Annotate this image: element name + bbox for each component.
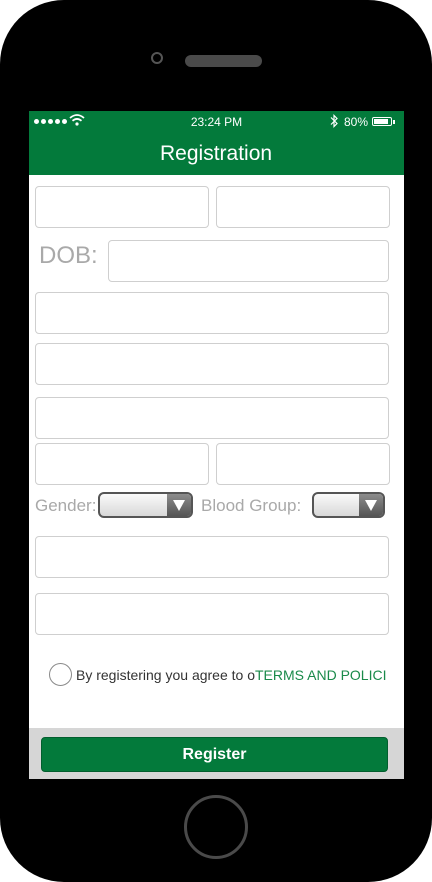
- terms-agreement-text: By registering you agree to o: [76, 667, 255, 683]
- nav-bar: Registration: [29, 133, 404, 175]
- text-input-left[interactable]: [35, 443, 209, 485]
- blood-group-label: Blood Group:: [201, 496, 302, 515]
- terms-radio[interactable]: [49, 663, 72, 686]
- gender-dropdown[interactable]: [98, 492, 193, 518]
- register-button[interactable]: Register: [41, 737, 388, 772]
- bluetooth-icon: [330, 114, 338, 128]
- text-input-right[interactable]: [216, 443, 390, 485]
- battery-icon: [372, 117, 395, 126]
- last-name-input[interactable]: [216, 186, 390, 228]
- dob-input[interactable]: [108, 240, 389, 282]
- dob-label: DOB:: [39, 242, 98, 269]
- text-input-4[interactable]: [35, 536, 389, 578]
- status-bar: 23:24 PM 80%: [29, 111, 404, 133]
- page-title: Registration: [29, 142, 404, 166]
- chevron-down-icon: [167, 494, 191, 516]
- app-screen: 23:24 PM 80% Registration DOB: Gender: B…: [29, 111, 404, 779]
- first-name-input[interactable]: [35, 186, 209, 228]
- blood-group-dropdown[interactable]: [312, 492, 385, 518]
- text-input-3[interactable]: [35, 397, 389, 439]
- text-input-2[interactable]: [35, 343, 389, 385]
- home-button[interactable]: [184, 795, 248, 859]
- earpiece-speaker: [185, 55, 262, 67]
- battery-percent: 80%: [344, 115, 369, 129]
- phone-frame: 23:24 PM 80% Registration DOB: Gender: B…: [0, 0, 432, 882]
- chevron-down-icon: [359, 494, 383, 516]
- terms-link[interactable]: TERMS AND POLICIE: [255, 667, 386, 683]
- front-camera: [151, 52, 163, 64]
- bottom-bar: Register: [29, 728, 404, 779]
- terms-agreement: By registering you agree to oTERMS AND P…: [76, 667, 386, 683]
- page-title-text: Registration: [160, 142, 273, 165]
- gender-label: Gender:: [35, 496, 97, 515]
- text-input-5[interactable]: [35, 593, 389, 635]
- text-input-1[interactable]: [35, 292, 389, 334]
